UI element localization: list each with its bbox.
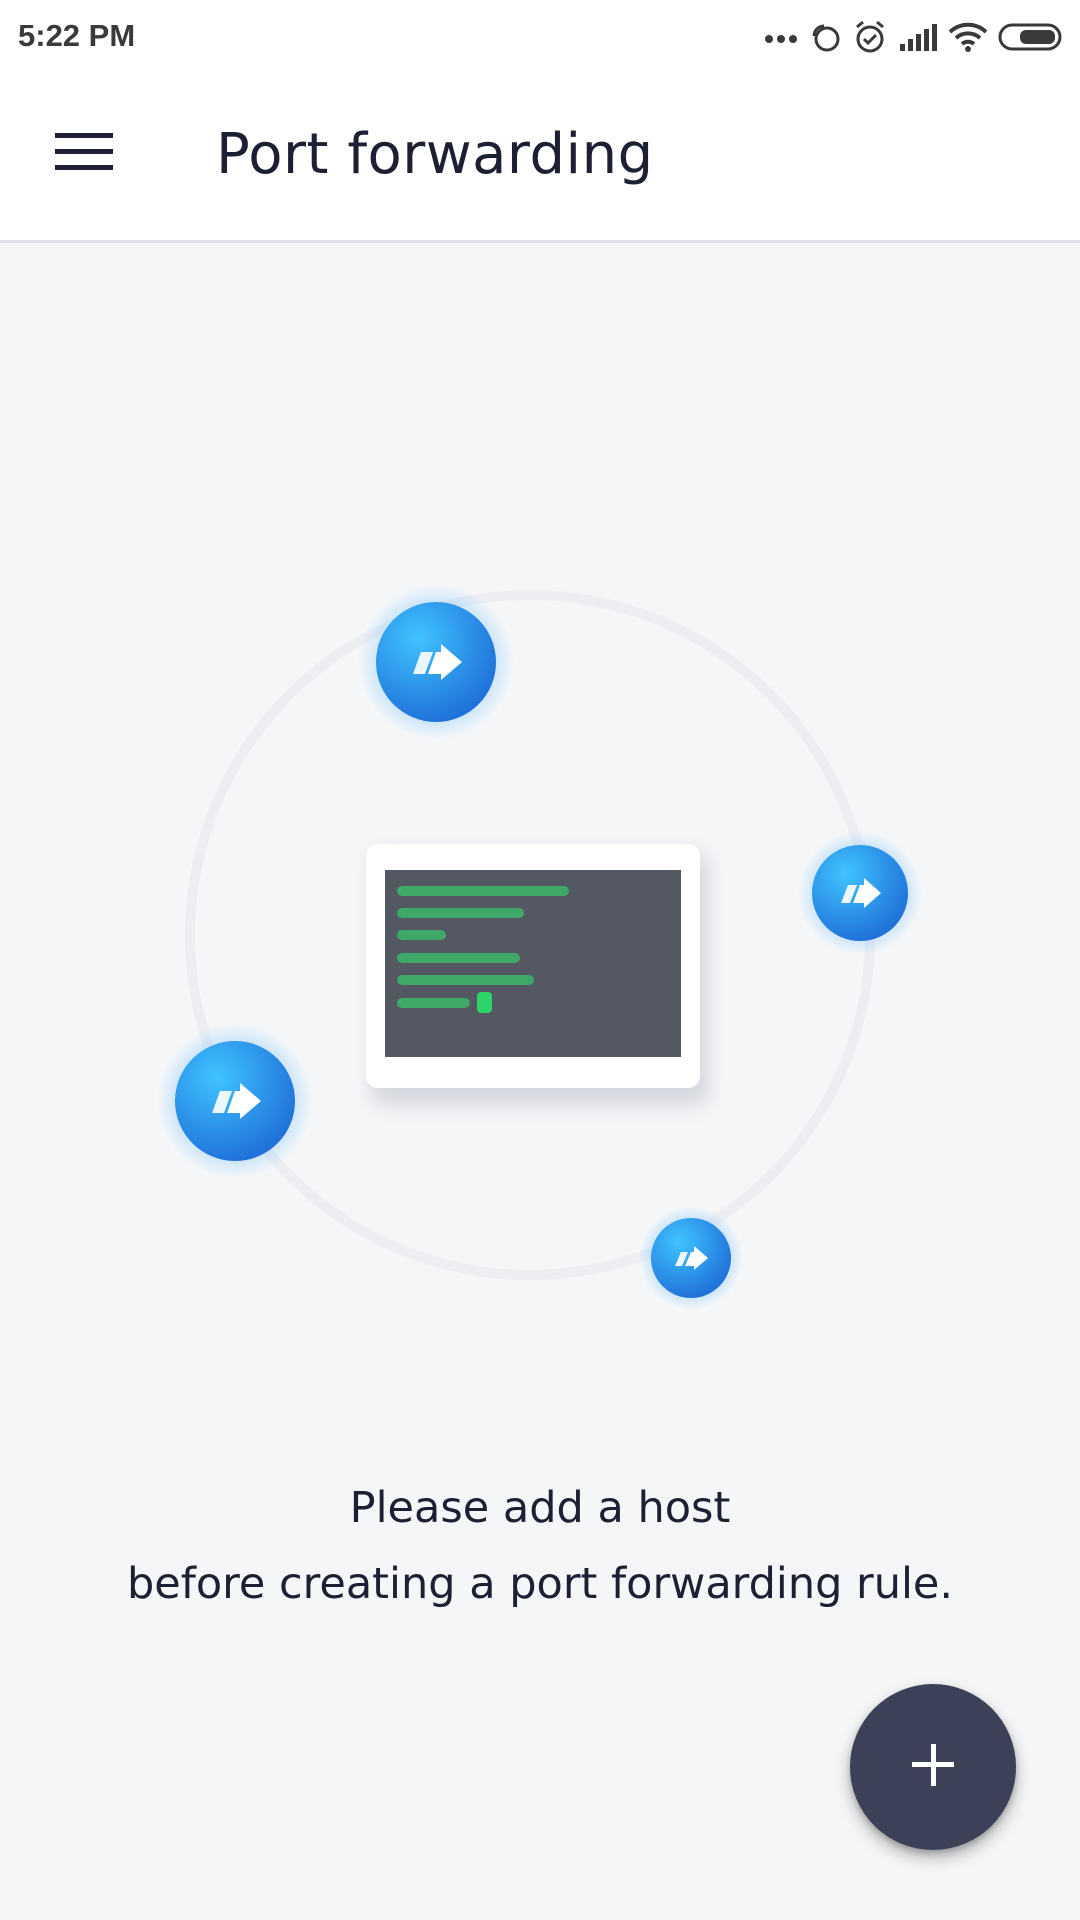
- hamburger-menu-icon: [55, 130, 113, 179]
- empty-state-illustration: [0, 560, 1080, 1340]
- forward-arrow-icon: [639, 1206, 743, 1310]
- terminal-window-icon: [366, 844, 708, 1105]
- menu-button[interactable]: [30, 114, 138, 194]
- empty-state-line-2: before creating a port forwarding rule.: [126, 1559, 954, 1609]
- empty-state-line-1: Please add a host: [349, 1483, 731, 1533]
- add-button[interactable]: [850, 1684, 1016, 1850]
- plus-icon: [909, 1741, 957, 1794]
- status-time: 5:22 PM: [18, 18, 136, 53]
- empty-state-message: Please add a host before creating a port…: [0, 1470, 1080, 1622]
- forward-arrow-icon: [157, 1023, 313, 1179]
- sync-icon: [808, 20, 842, 54]
- more-dots-icon: [764, 30, 798, 44]
- signal-icon: [898, 22, 938, 52]
- status-bar: 5:22 PM: [0, 0, 1080, 74]
- wifi-icon: [948, 21, 988, 53]
- forward-arrow-icon: [358, 584, 514, 740]
- alarm-icon: [852, 19, 888, 55]
- forward-arrow-icon: [798, 831, 922, 955]
- port-forwarding-screen: 5:22 PM Port forwarding Please add a hos…: [0, 0, 1080, 1920]
- page-title: Port forwarding: [216, 122, 654, 187]
- status-icons: [764, 16, 1064, 58]
- app-bar: Port forwarding: [0, 74, 1080, 243]
- battery-icon: [998, 22, 1064, 52]
